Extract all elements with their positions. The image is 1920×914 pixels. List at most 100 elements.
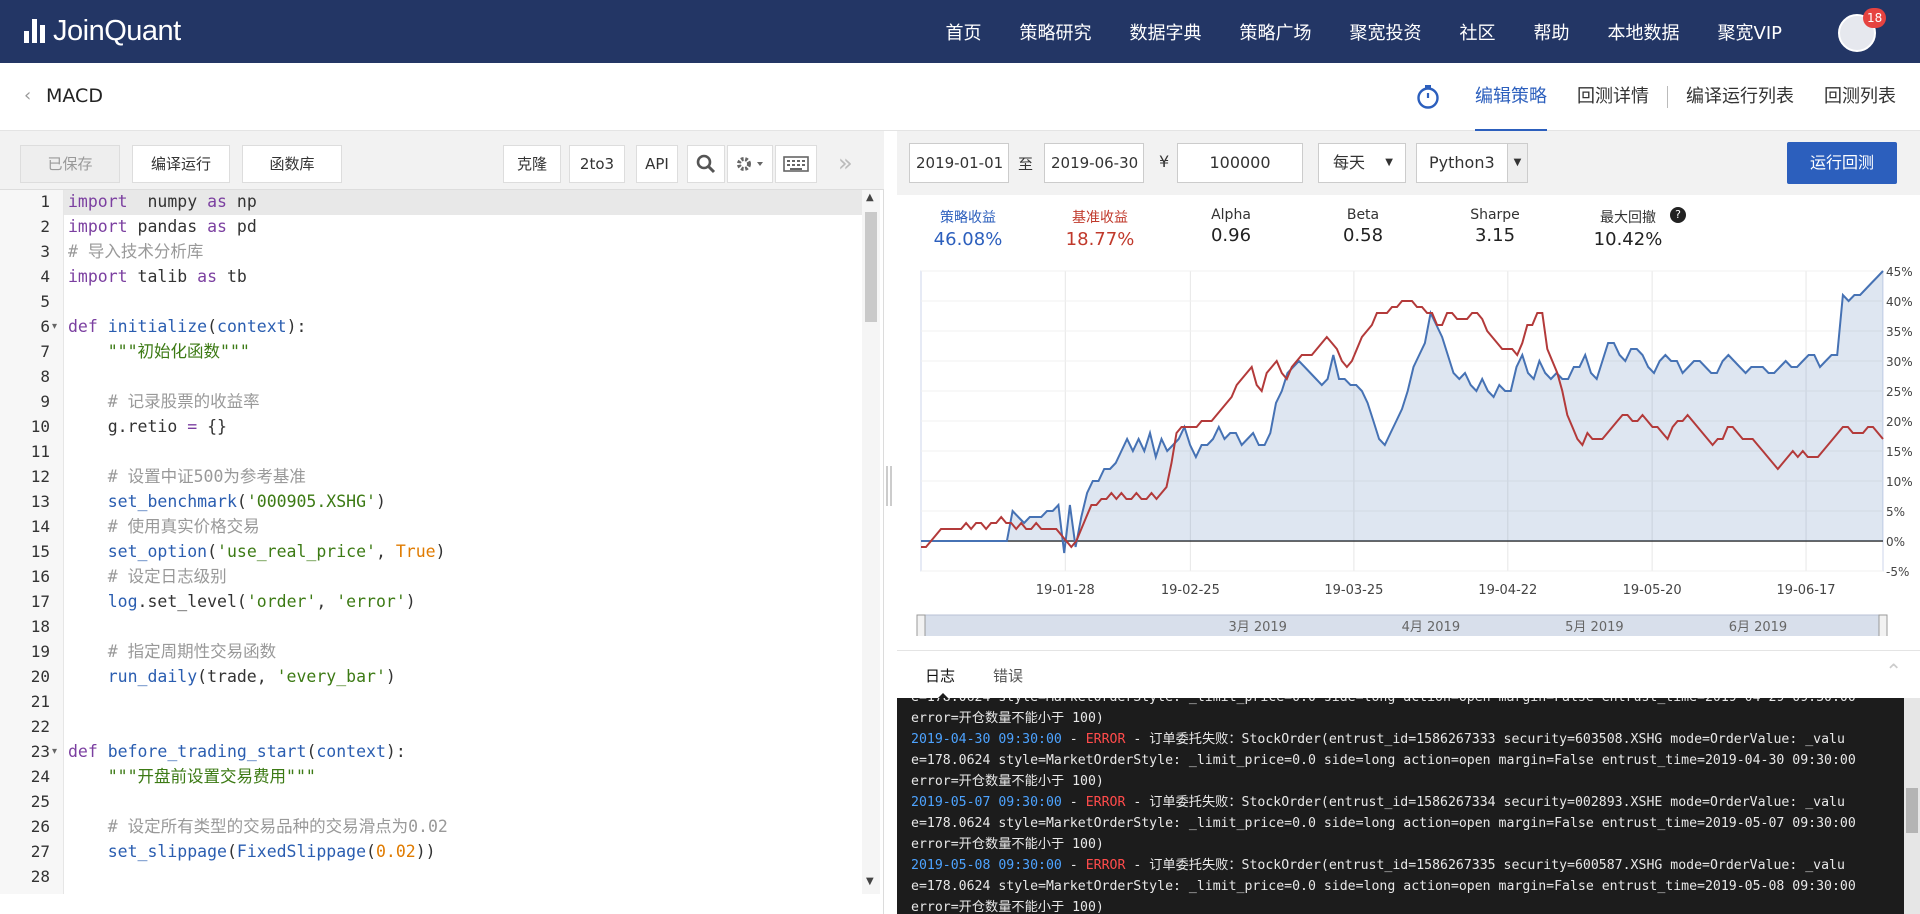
settings-gear-icon[interactable] — [727, 145, 773, 183]
fold-toggle-icon[interactable]: ▾ — [52, 314, 62, 339]
collapse-log-icon[interactable]: ⌃ — [1885, 659, 1902, 683]
stat-value: 10.42% — [1593, 229, 1663, 250]
line-number: 21 — [30, 692, 50, 711]
line-number: 6 — [40, 317, 50, 336]
log-line: error=开仓数量不能小于 100) — [911, 897, 1104, 914]
nav-item-5[interactable]: 社区 — [1460, 19, 1496, 45]
code-token: .set_level( — [137, 592, 247, 611]
tab-log[interactable]: 日志 — [925, 665, 955, 686]
api-button[interactable]: API — [636, 145, 678, 183]
compile-run-button[interactable]: 编译运行 — [132, 145, 230, 183]
backtest-panel: 2019-01-01 至 2019-06-30 ¥ 100000 每天 ▼ Py… — [897, 131, 1920, 914]
log-message: e=178.0624 style=MarketOrderStyle: _limi… — [911, 698, 1856, 705]
code-line: def before_trading_start(context): — [68, 739, 406, 764]
log-line: e=178.0624 style=MarketOrderStyle: _limi… — [911, 750, 1856, 771]
frequency-select[interactable]: 每天 ▼ — [1318, 143, 1406, 183]
stat-value: 18.77% — [1065, 229, 1135, 250]
notification-badge[interactable]: 18 — [1863, 8, 1887, 28]
function-library-button[interactable]: 函数库 — [242, 145, 342, 183]
code-token: before_trading_start — [107, 742, 307, 761]
navigator-left-handle — [916, 614, 926, 638]
log-scrollbar[interactable] — [1904, 698, 1920, 914]
log-line: error=开仓数量不能小于 100) — [911, 834, 1104, 855]
nav-item-3[interactable]: 策略广场 — [1240, 19, 1312, 45]
tab-backtest-detail[interactable]: 回测详情 — [1577, 63, 1649, 131]
strategy-title: MACD — [46, 85, 103, 107]
log-line: e=178.0624 style=MarketOrderStyle: _limi… — [911, 698, 1856, 708]
log-message: e=178.0624 style=MarketOrderStyle: _limi… — [911, 879, 1856, 894]
log-scroll-thumb[interactable] — [1906, 788, 1918, 833]
2to3-button[interactable]: 2to3 — [569, 145, 625, 183]
code-token: FixedSlippage — [236, 842, 367, 861]
start-date-input[interactable]: 2019-01-01 — [909, 143, 1009, 183]
stat-4: Sharpe 3.15 — [1425, 207, 1565, 246]
log-line: error=开仓数量不能小于 100) — [911, 708, 1104, 729]
stat-5: 最大回撤? 10.42% — [1558, 207, 1698, 250]
y-tick-label: 5% — [1886, 505, 1905, 519]
run-backtest-button[interactable]: 运行回测 — [1787, 142, 1897, 184]
nav-item-0[interactable]: 首页 — [946, 19, 982, 45]
code-token: def — [68, 317, 98, 336]
line-number: 14 — [30, 517, 50, 536]
code-editor[interactable]: 1 2 3 4 5 6 ▾ 7 8 9 10 11 12 13 14 15 16 17 18 19 20 21 22 23 ▾ 2… — [0, 190, 884, 894]
navigator-label: 3月 2019 — [1228, 620, 1287, 635]
back-chevron-icon[interactable]: ‹ — [24, 87, 36, 105]
saved-button[interactable]: 已保存 — [20, 145, 120, 183]
code-token: np — [226, 192, 257, 211]
code-token: log — [68, 592, 138, 611]
code-token: as — [197, 267, 218, 286]
top-nav-bar: JoinQuant 首页 策略研究 数据字典 策略广场 聚宽投资 社区 帮助 本地数据 聚宽VI… — [0, 0, 1920, 63]
logo-text: JoinQuant — [53, 14, 181, 47]
code-line: # 指定周期性交易函数 — [68, 639, 276, 664]
code-line: """开盘前设置交易费用""" — [68, 764, 316, 789]
collapse-panel-icon[interactable]: » — [838, 149, 853, 177]
nav-item-8[interactable]: 聚宽VIP — [1718, 19, 1782, 45]
nav-item-1[interactable]: 策略研究 — [1020, 19, 1092, 45]
nav-item-2[interactable]: 数据字典 — [1130, 19, 1202, 45]
code-token: set_benchmark — [68, 492, 237, 511]
panel-resize-handle[interactable] — [886, 466, 892, 506]
code-line: # 使用真实价格交易 — [68, 514, 260, 539]
code-line: # 导入技术分析库 — [68, 239, 203, 264]
logo-bars-icon — [24, 19, 45, 43]
code-token: # 使用真实价格交易 — [68, 517, 260, 536]
clone-button[interactable]: 克隆 — [503, 145, 561, 183]
keyboard-icon[interactable] — [775, 145, 817, 183]
code-token: context — [316, 742, 386, 761]
stat-value: 46.08% — [933, 229, 1003, 250]
code-token: import — [68, 217, 128, 236]
code-token: # 指定周期性交易函数 — [68, 642, 277, 661]
end-date-input[interactable]: 2019-06-30 — [1044, 143, 1144, 183]
line-number: 22 — [30, 717, 50, 736]
code-token: ): — [286, 317, 307, 336]
tab-compile-list[interactable]: 编译运行列表 — [1686, 63, 1794, 131]
stat-label: Sharpe — [1470, 207, 1520, 223]
search-icon[interactable] — [687, 145, 725, 183]
tab-errors[interactable]: 错误 — [993, 665, 1023, 686]
returns-chart[interactable]: 19-01-28 19-02-25 19-03-25 19-04-22 19-05-20… — [897, 261, 1920, 638]
code-token: def — [68, 742, 98, 761]
tab-edit-strategy[interactable]: 编辑策略 — [1475, 63, 1547, 131]
stat-value: 0.96 — [1210, 225, 1252, 246]
code-token: # 设置中证500为参考基准 — [68, 467, 306, 486]
code-line: # 设定所有类型的交易品种的交易滑点为0.02 — [68, 814, 448, 839]
joinquant-logo[interactable]: JoinQuant — [24, 14, 181, 48]
editor-vertical-scrollbar[interactable]: ▲ ▼ — [862, 190, 880, 894]
code-line: g.retio = {} — [68, 414, 227, 439]
nav-item-6[interactable]: 帮助 — [1534, 19, 1570, 45]
editor-vertical-scroll-thumb[interactable] — [865, 212, 877, 322]
tab-backtest-list[interactable]: 回测列表 — [1824, 63, 1896, 131]
code-token: ( — [226, 842, 237, 861]
python-version-select[interactable]: Python3 ▼ — [1416, 143, 1528, 183]
nav-item-7[interactable]: 本地数据 — [1608, 19, 1680, 45]
fold-toggle-icon[interactable]: ▾ — [52, 739, 62, 764]
timer-icon[interactable] — [1415, 84, 1441, 110]
capital-input[interactable]: 100000 — [1177, 143, 1303, 183]
code-token: , — [375, 542, 396, 561]
line-number: 15 — [30, 542, 50, 561]
code-token: # 设定日志级别 — [68, 567, 227, 586]
log-line: 2019-04-30 09:30:00 - ERROR - 订单委托失败：Sto… — [911, 729, 1845, 750]
nav-item-4[interactable]: 聚宽投资 — [1350, 19, 1422, 45]
strategy-header: ‹ MACD 编辑策略 回测详情 编译运行列表 回测列表 — [0, 63, 1920, 131]
help-question-icon[interactable]: ? — [1670, 207, 1686, 223]
